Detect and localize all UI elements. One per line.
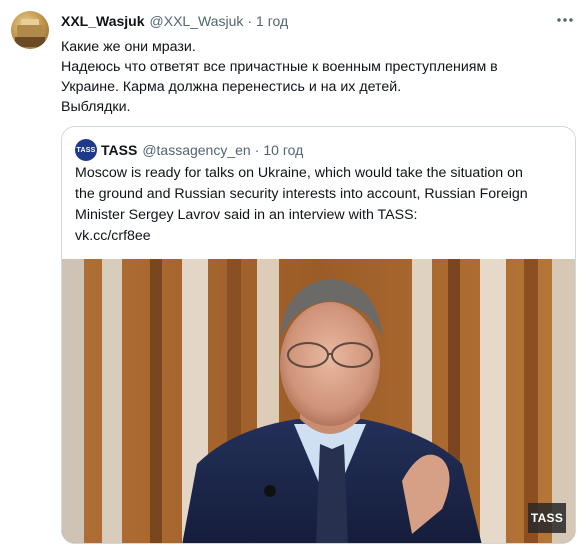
quoted-author-name: TASS (101, 142, 138, 158)
quoted-text-line: the ground and Russian security interest… (75, 186, 528, 202)
quoted-tweet-text: Moscow is ready for talks on Ukraine, wh… (75, 163, 565, 247)
quoted-text-line: Minister Sergey Lavrov said in an interv… (75, 207, 418, 223)
tweet-header: XXL_Wasjuk @XXL_Wasjuk · 1 год (61, 13, 288, 33)
separator-dot: · (254, 142, 260, 158)
quoted-text-link[interactable]: vk.cc/crf8ee (75, 226, 565, 247)
more-options-button[interactable] (552, 10, 578, 30)
author-name[interactable]: XXL_Wasjuk (61, 13, 145, 29)
quoted-tweet-timestamp: 10 год (263, 142, 304, 158)
more-horizontal-icon (557, 18, 573, 22)
quoted-author-handle: @tassagency_en (142, 142, 251, 158)
tweet-text-line: Надеюсь что ответят все причастные к вое… (61, 59, 498, 75)
quoted-tweet-photo[interactable]: TASS (62, 259, 575, 543)
tweet-text-line: Какие же они мрази. (61, 39, 196, 55)
quoted-author-avatar: TASS (75, 139, 97, 161)
tweet-text: Какие же они мрази. Надеюсь что ответят … (61, 37, 571, 117)
tass-watermark: TASS (528, 503, 566, 533)
tweet[interactable]: XXL_Wasjuk @XXL_Wasjuk · 1 год Какие же … (0, 0, 587, 546)
separator-dot: · (247, 13, 253, 29)
quoted-tweet-card[interactable]: TASS TASS @tassagency_en · 10 год Moscow… (61, 126, 576, 544)
photo-image (62, 259, 575, 543)
quoted-tweet-header: TASS TASS @tassagency_en · 10 год (75, 139, 303, 161)
tweet-timestamp[interactable]: 1 год (256, 13, 288, 29)
tweet-text-line: Выблядки. (61, 99, 131, 115)
tweet-text-line: Украине. Карма должна перенестись и на и… (61, 79, 402, 95)
author-avatar[interactable] (11, 11, 49, 49)
quoted-text-line: Moscow is ready for talks on Ukraine, wh… (75, 165, 523, 181)
author-handle[interactable]: @XXL_Wasjuk (150, 13, 244, 29)
